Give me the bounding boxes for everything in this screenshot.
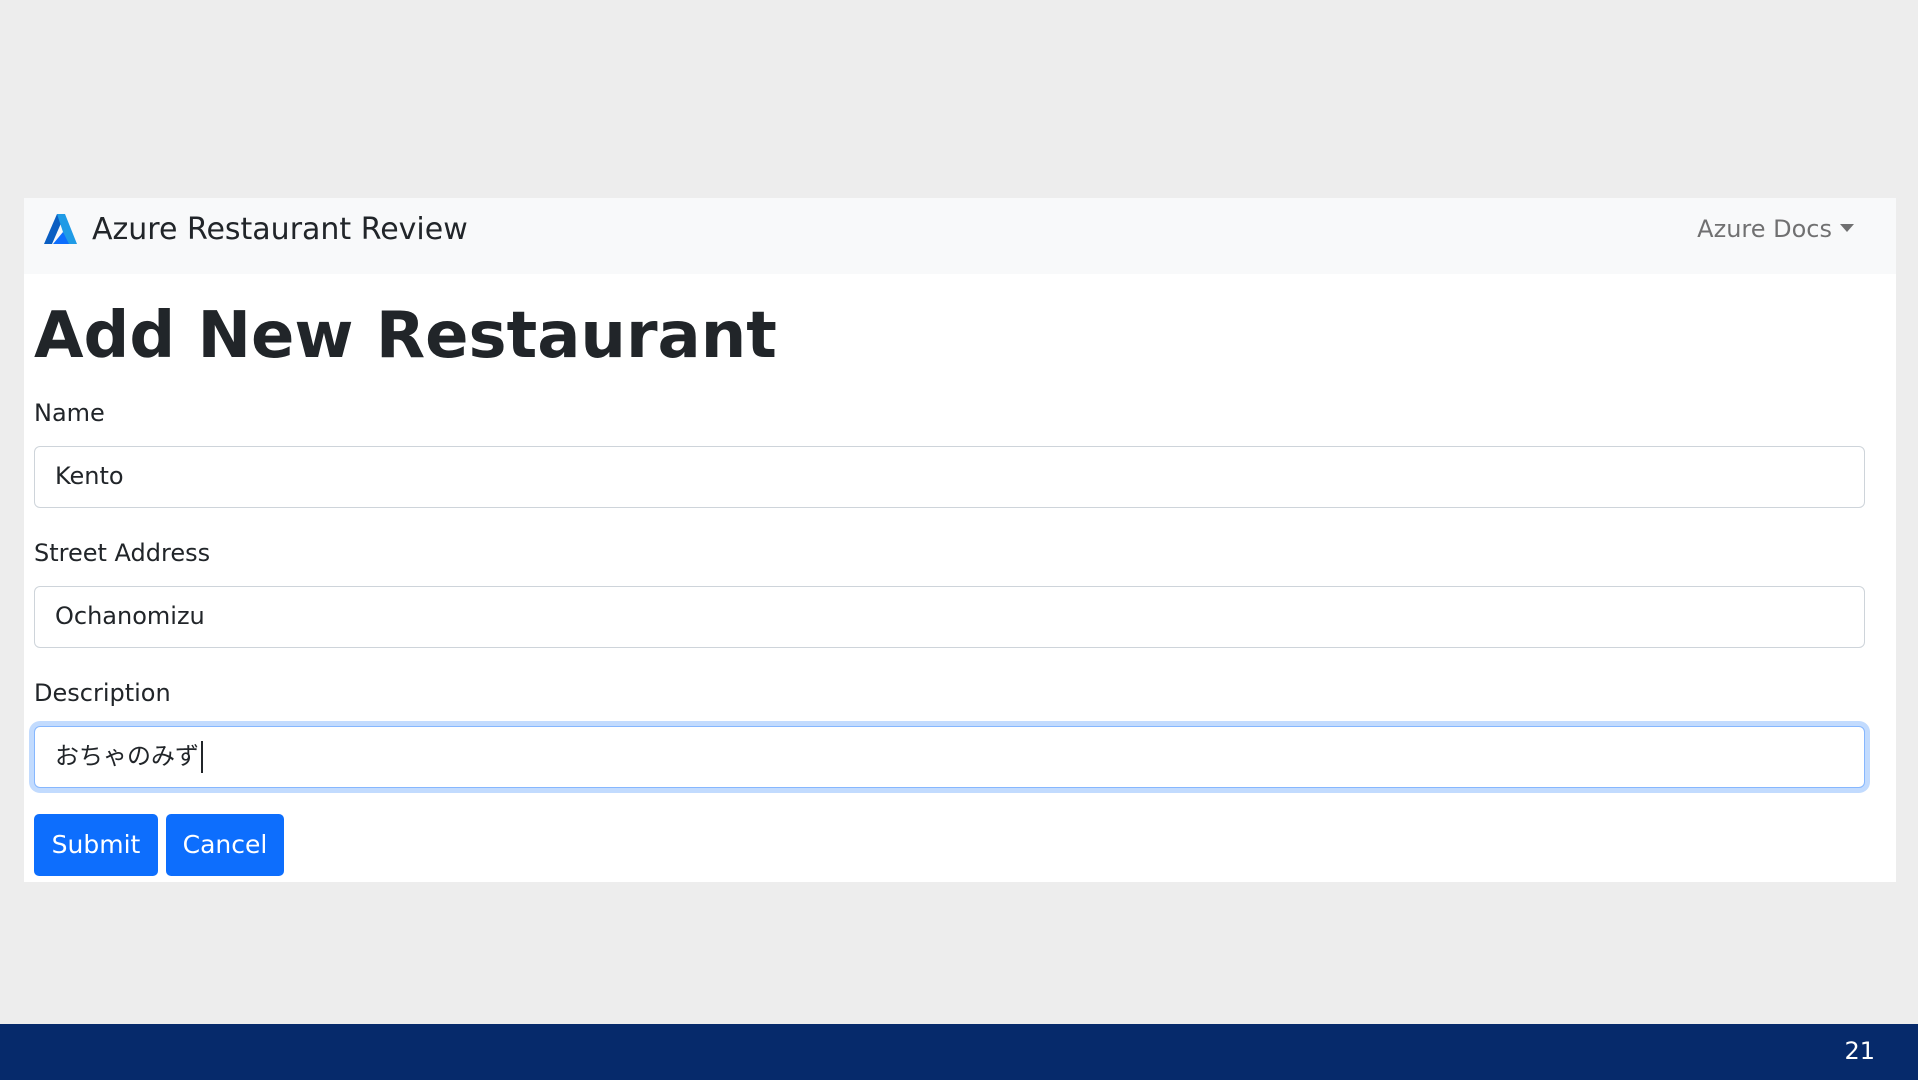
cancel-button[interactable]: Cancel (166, 814, 284, 876)
street-address-input[interactable]: Ochanomizu (34, 586, 1865, 648)
submit-button[interactable]: Submit (34, 814, 158, 876)
azure-docs-label: Azure Docs (1697, 215, 1832, 243)
description-input[interactable]: おちゃのみず (34, 726, 1865, 788)
page-number: 21 (1844, 1037, 1875, 1065)
azure-docs-dropdown[interactable]: Azure Docs (1697, 214, 1854, 244)
name-label: Name (34, 399, 105, 427)
web-page: Azure Restaurant Review Azure Docs Add N… (24, 198, 1896, 882)
text-cursor (201, 741, 203, 773)
slide: Azure Restaurant Review Azure Docs Add N… (0, 0, 1918, 1080)
caret-down-icon (1840, 224, 1854, 232)
description-label: Description (34, 679, 171, 707)
navbar: Azure Restaurant Review Azure Docs (24, 198, 1896, 274)
street-address-label: Street Address (34, 539, 211, 567)
name-input[interactable]: Kento (34, 446, 1865, 508)
azure-logo-icon (44, 214, 77, 244)
page-title: Add New Restaurant (34, 299, 777, 373)
description-value: おちゃのみず (55, 742, 199, 770)
brand-title[interactable]: Azure Restaurant Review (92, 212, 468, 248)
footer-bar: 21 (0, 1024, 1918, 1080)
